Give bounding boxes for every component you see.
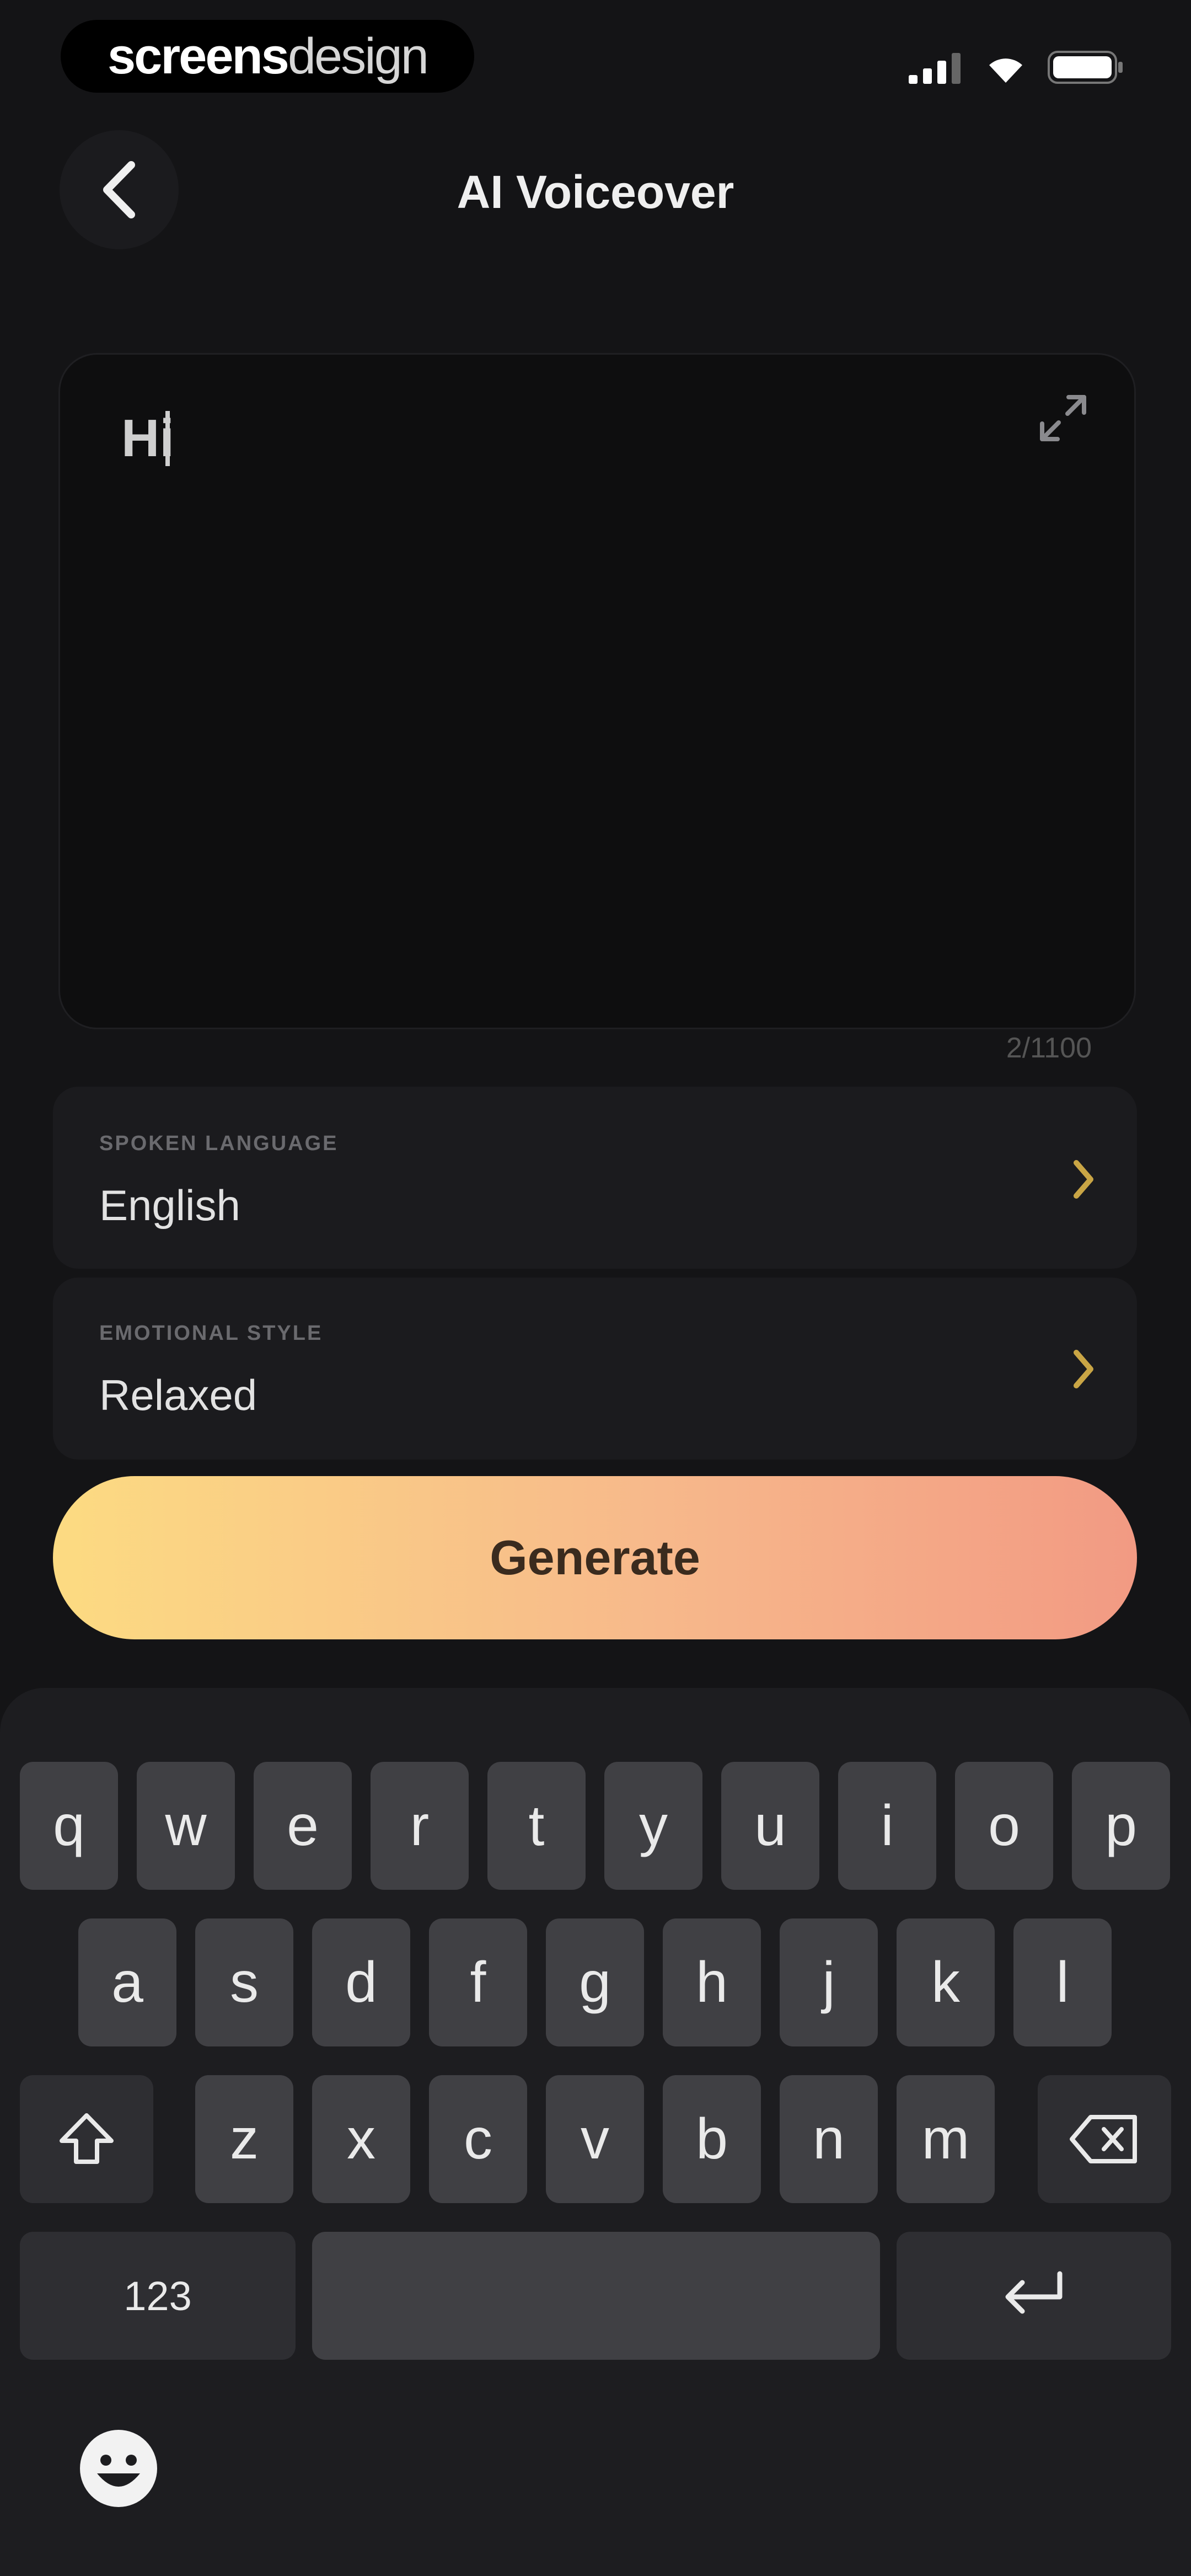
expand-button[interactable] <box>1037 392 1090 447</box>
key-p[interactable]: p <box>1072 1762 1170 1890</box>
expand-icon <box>1040 395 1086 441</box>
spoken-language-value: English <box>99 1181 240 1230</box>
key-x[interactable]: x <box>312 2075 410 2203</box>
key-u[interactable]: u <box>721 1762 819 1890</box>
signal-icon <box>909 53 961 84</box>
key-w[interactable]: w <box>137 1762 235 1890</box>
key-j[interactable]: j <box>780 1918 878 2046</box>
text-caret <box>165 411 170 466</box>
emotional-style-selector[interactable] <box>53 1278 1137 1460</box>
key-y[interactable]: y <box>604 1762 702 1890</box>
spoken-language-selector[interactable] <box>53 1087 1137 1269</box>
chevron-right-icon <box>1074 1350 1093 1388</box>
key-g[interactable]: g <box>546 1918 644 2046</box>
key-d[interactable]: d <box>312 1918 410 2046</box>
emoji-icon <box>80 2430 157 2507</box>
key-q[interactable]: q <box>20 1762 118 1890</box>
key-n[interactable]: n <box>780 2075 878 2203</box>
key-f[interactable]: f <box>429 1918 527 2046</box>
status-icons <box>909 50 1125 85</box>
return-icon <box>1005 2271 1063 2314</box>
key-r[interactable]: r <box>371 1762 469 1890</box>
page-title: AI Voiceover <box>457 166 734 218</box>
key-i[interactable]: i <box>838 1762 936 1890</box>
script-textarea[interactable] <box>58 353 1136 1029</box>
key-s[interactable]: s <box>195 1918 293 2046</box>
shift-key[interactable] <box>20 2075 153 2203</box>
shift-icon <box>60 2113 114 2164</box>
battery-icon <box>1048 51 1123 84</box>
brand-logo-bold: screens <box>108 28 289 84</box>
numbers-key[interactable]: 123 <box>20 2232 296 2360</box>
emotional-style-value: Relaxed <box>99 1371 257 1419</box>
wifi-icon <box>989 58 1022 83</box>
brand-logo-light: design <box>287 28 429 84</box>
key-c[interactable]: c <box>429 2075 527 2203</box>
key-k[interactable]: k <box>897 1918 995 2046</box>
emoji-button[interactable] <box>77 2427 160 2513</box>
key-h[interactable]: h <box>663 1918 761 2046</box>
key-z[interactable]: z <box>195 2075 293 2203</box>
key-o[interactable]: o <box>955 1762 1053 1890</box>
chevron-right-icon <box>1074 1160 1093 1199</box>
spoken-language-label: Spoken Language <box>99 1132 339 1155</box>
key-a[interactable]: a <box>78 1918 176 2046</box>
key-t[interactable]: t <box>487 1762 586 1890</box>
key-b[interactable]: b <box>663 2075 761 2203</box>
key-l[interactable]: l <box>1013 1918 1112 2046</box>
key-m[interactable]: m <box>897 2075 995 2203</box>
key-v[interactable]: v <box>546 2075 644 2203</box>
space-key[interactable] <box>312 2232 880 2360</box>
generate-button[interactable]: Generate <box>53 1476 1137 1639</box>
character-count: 2/1100 <box>1006 1032 1092 1064</box>
key-e[interactable]: e <box>254 1762 352 1890</box>
backspace-key[interactable] <box>1038 2075 1171 2203</box>
emotional-style-label: Emotional Style <box>99 1322 323 1345</box>
return-key[interactable] <box>897 2232 1171 2360</box>
brand-logo: screens design <box>61 20 474 93</box>
backspace-icon <box>1070 2115 1137 2163</box>
